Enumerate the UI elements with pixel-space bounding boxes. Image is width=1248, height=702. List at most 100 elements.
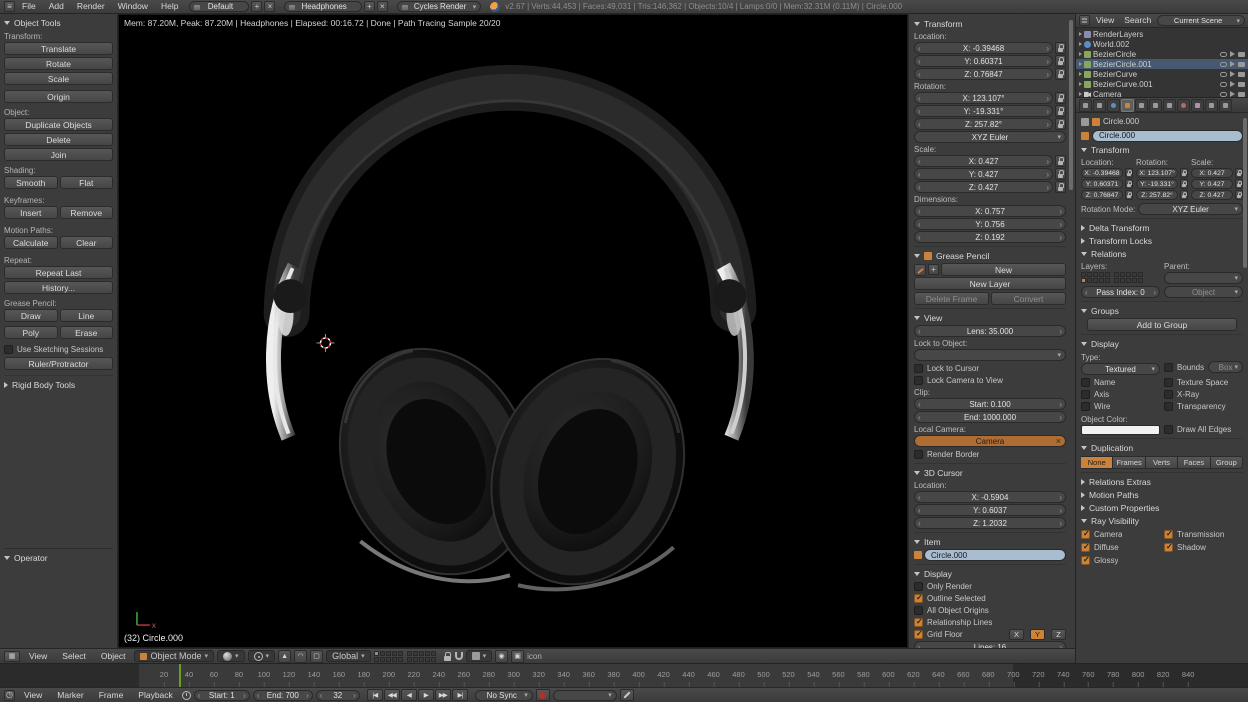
editor-type-icon[interactable]: ≡ [4,1,15,12]
mode-dropdown[interactable]: Object Mode ▾ [134,650,214,662]
menu-view[interactable]: View [1092,14,1118,27]
translate-manipulator-toggle[interactable]: ▲ [278,650,291,663]
smooth-button[interactable]: Smooth [4,176,58,189]
scale-y-field[interactable]: Y: 0.427 [1191,179,1233,189]
dim-y-field[interactable]: Y: 0.756 [914,218,1066,230]
menu-render[interactable]: Render [71,0,111,13]
lock-icon[interactable] [1180,190,1188,200]
menu-search[interactable]: Search [1120,14,1155,27]
render-restrict-icon[interactable] [1238,82,1245,87]
layer-cell[interactable] [1093,278,1098,283]
layer-cell[interactable] [1099,278,1104,283]
scale-button[interactable]: Scale [4,72,113,85]
lock-icon[interactable] [1235,168,1243,178]
lock-icon[interactable] [1055,181,1066,193]
motion-paths-panel-header[interactable]: Motion Paths [1081,488,1243,501]
draw-type-dropdown[interactable]: Textured [1081,363,1160,375]
lock-to-object-field[interactable] [914,349,1066,361]
render-border-checkbox[interactable]: Render Border [914,448,1066,460]
timeline-ruler[interactable]: 2040608010012014016018020022024026028030… [0,664,1248,687]
transport-button[interactable]: |◀ [367,689,383,701]
outliner-row[interactable]: BezierCurve [1076,69,1248,79]
lock-icon[interactable] [1180,179,1188,189]
delete-button[interactable]: Delete [4,133,113,146]
layer-cell[interactable] [1093,272,1098,277]
transport-button[interactable]: ▶| [452,689,468,701]
wire-checkbox[interactable]: Wire [1081,400,1160,412]
add-scene-button[interactable]: + [364,1,375,12]
layer-cell[interactable] [398,657,403,662]
bounds-type-dropdown[interactable]: Box [1208,361,1243,373]
scale-x-field[interactable]: X: 0.427 [1191,168,1233,178]
grid-axis-z[interactable]: Z [1051,629,1066,640]
layer-cell[interactable] [392,651,397,656]
layer-cell[interactable] [1099,272,1104,277]
frame-end-field[interactable]: End: 700 [253,690,313,701]
clear-paths-button[interactable]: Clear [60,236,114,249]
transport-button[interactable]: ◀ [401,689,417,701]
opengl-render-image-button[interactable]: ◉ [495,650,508,663]
lock-icon[interactable] [1055,55,1066,67]
outliner-row[interactable]: Camera [1076,89,1248,97]
cursor-z-field[interactable]: Z: 1.2032 [914,517,1066,529]
browse-icon[interactable] [1081,118,1089,126]
lock-icon[interactable] [1235,179,1243,189]
layer-cell[interactable] [1081,272,1086,277]
object-tab[interactable] [1121,99,1134,112]
render-tab[interactable] [1079,99,1092,112]
layer-cell[interactable] [380,657,385,662]
only-render-checkbox[interactable]: Only Render [914,580,1066,592]
menu-select[interactable]: Select [56,650,92,663]
rotate-button[interactable]: Rotate [4,57,113,70]
lock-camera-to-view-checkbox[interactable]: Lock Camera to View [914,374,1066,386]
relationship-lines-checkbox[interactable]: Relationship Lines [914,616,1066,628]
keying-set-field[interactable] [553,690,617,701]
delta-transform-panel-header[interactable]: Delta Transform [1081,221,1243,234]
groups-panel-header[interactable]: Groups [1081,304,1243,317]
layer-cell[interactable] [386,657,391,662]
rotation-x-field[interactable]: X: 123.107° [1136,168,1178,178]
outliner-row[interactable]: BezierCurve.001 [1076,79,1248,89]
current-frame-field[interactable]: 32 [316,690,360,701]
insert-keyframe-button[interactable] [620,689,634,701]
cursor-x-field[interactable]: X: -0.5904 [914,491,1066,503]
gp-draw-button[interactable]: Draw [4,309,58,322]
scale-x-field[interactable]: X: 0.427 [914,155,1053,167]
duplication-option-button[interactable]: Frames [1113,456,1145,469]
layer-cell[interactable] [419,657,424,662]
orientation-dropdown[interactable]: Global ▾ [326,650,371,662]
eye-icon[interactable] [1220,62,1227,67]
disclosure-triangle-icon[interactable] [1079,32,1082,36]
layer-cell[interactable] [1114,272,1119,277]
rotation-y-field[interactable]: Y: -19.331° [1136,179,1178,189]
rotation-y-field[interactable]: Y: -19.331° [914,105,1053,117]
rigid-body-tools-panel-header[interactable]: Rigid Body Tools [4,378,113,391]
grid-axis-x[interactable]: X [1009,629,1024,640]
lock-icon[interactable] [1055,92,1066,104]
lock-icon[interactable] [1055,155,1066,167]
transform-panel-header[interactable]: Transform [914,17,1066,30]
layer-cell[interactable] [425,657,430,662]
layout-field[interactable]: Default [189,1,249,12]
duplicate-objects-button[interactable]: Duplicate Objects [4,118,113,131]
transport-button[interactable]: ▶▶ [435,689,451,701]
cursor-y-field[interactable]: Y: 0.6037 [914,504,1066,516]
layer-cell[interactable] [1132,278,1137,283]
location-z-field[interactable]: Z: 0.76847 [1081,190,1123,200]
material-tab[interactable] [1177,99,1190,112]
diffuse-visibility-checkbox[interactable]: Diffuse [1081,541,1160,553]
location-x-field[interactable]: X: -0.39468 [914,42,1053,54]
insert-keyframe-button[interactable]: Insert [4,206,58,219]
local-camera-field[interactable]: Camera [914,435,1066,447]
opengl-render-anim-button[interactable]: ▣ [511,650,524,663]
menu-file[interactable]: File [16,0,42,13]
transport-button[interactable]: ▶ [418,689,434,701]
menu-frame[interactable]: Frame [93,689,130,702]
layer-cell[interactable] [1105,278,1110,283]
pivot-dropdown[interactable]: ▾ [248,650,276,662]
menu-marker[interactable]: Marker [51,689,89,702]
render-restrict-icon[interactable] [1238,62,1245,67]
disclosure-triangle-icon[interactable] [1079,62,1082,66]
menu-playback[interactable]: Playback [132,689,179,702]
transform-locks-panel-header[interactable]: Transform Locks [1081,234,1243,247]
